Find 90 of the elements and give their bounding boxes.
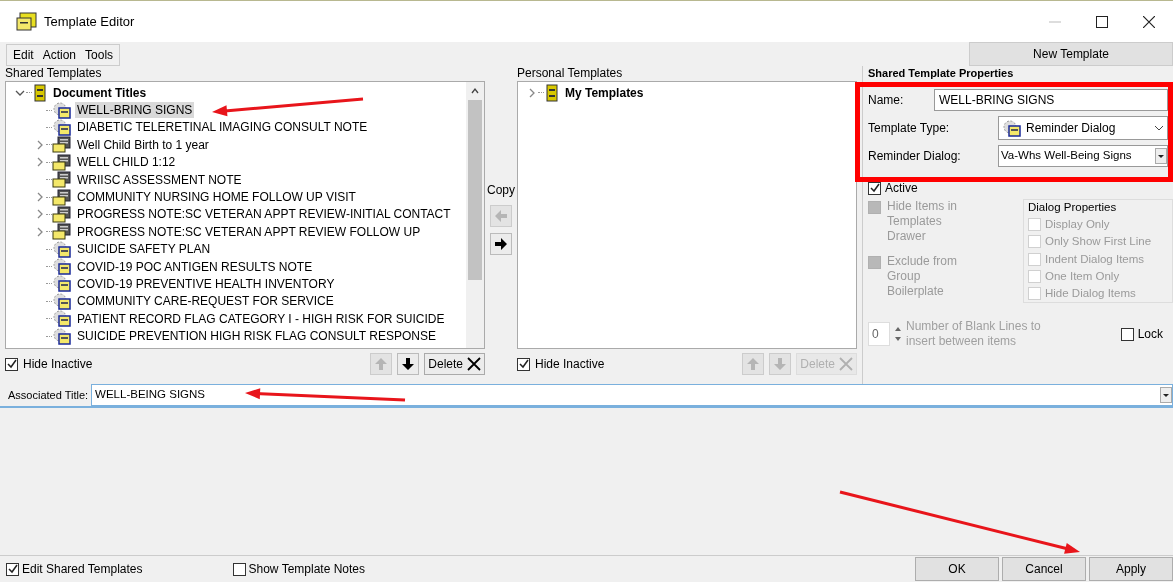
tree-item[interactable]: PROGRESS NOTE:SC VETERAN APPT REVIEW FOLLOW UP [75, 223, 423, 240]
checkbox-label: Lock [1137, 326, 1163, 343]
name-field[interactable]: WELL-BRING SIGNS [934, 89, 1168, 111]
checkbox-label: Hide Items in Templates Drawer [887, 199, 959, 244]
right-arrow-icon [494, 237, 508, 251]
panel-label: Personal Templates [517, 66, 624, 81]
checkbox[interactable] [5, 357, 18, 371]
down-arrow-icon [401, 357, 416, 371]
maximize-icon[interactable] [1096, 15, 1108, 28]
checkbox-label: Exclude from Group Boilerplate [887, 254, 959, 299]
template-folder-icon [52, 136, 72, 154]
dialog-template-icon [52, 275, 72, 293]
tree-item[interactable]: WELL-BRING SIGNS [75, 102, 195, 119]
new-template-button[interactable]: New Template [969, 42, 1173, 66]
tree-item[interactable]: COMMUNITY NURSING HOME FOLLOW UP VISIT [75, 189, 358, 206]
checkbox-label: Hide Dialog Items [1045, 286, 1136, 301]
dialog-template-icon [1002, 119, 1022, 137]
close-icon [467, 357, 481, 371]
scrollbar[interactable] [466, 82, 484, 348]
tree-item[interactable]: WELL CHILD 1:12 [75, 154, 178, 171]
checkbox-label: Hide Inactive [535, 356, 605, 373]
panel-label: Shared Templates [5, 66, 103, 81]
field-label: Template Type: [868, 120, 951, 137]
checkbox[interactable] [517, 357, 530, 371]
right-arrow-button[interactable] [490, 233, 512, 255]
tree-item[interactable]: COMMUNITY CARE-REQUEST FOR SERVICE [75, 293, 336, 310]
checkbox-label: Only Show First Line [1045, 234, 1152, 250]
dialog-template-icon [52, 101, 72, 119]
dialog-template-icon [52, 310, 72, 328]
dialog-button[interactable]: Apply [1089, 557, 1173, 581]
template-folder-icon [52, 188, 72, 206]
tree-item[interactable]: Well Child Birth to 1 year [75, 136, 211, 153]
dialog-template-icon [52, 292, 72, 310]
menu-item[interactable]: Action [42, 46, 77, 64]
left-arrow-icon [494, 209, 508, 223]
dialog-select-field[interactable]: Va-Whs Well-Being Signs [998, 145, 1168, 167]
associated-title-field[interactable]: WELL-BEING SIGNS [91, 384, 1173, 406]
close-icon [839, 357, 853, 371]
checkbox-label: Display Only [1045, 217, 1110, 232]
down-arrow-button[interactable] [397, 353, 420, 375]
tree-item[interactable]: Document Titles [51, 84, 149, 101]
tree-item[interactable]: COVID-19 POC ANTIGEN RESULTS NOTE [75, 258, 315, 275]
template-folder-icon [52, 171, 72, 189]
checkbox-label: Indent Dialog Items [1045, 251, 1145, 267]
down-arrow-icon [773, 357, 788, 371]
template-folder-icon [52, 153, 72, 171]
field-label: Reminder Dialog: [868, 148, 962, 165]
tree-item[interactable]: SUICIDE PREVENTION HIGH RISK FLAG CONSULT RESPONSE [75, 328, 438, 345]
dialog-template-icon [52, 327, 72, 345]
tree-item[interactable]: PROGRESS NOTE:SC VETERAN APPT REVIEW-INITIAL CONTACT [75, 206, 453, 223]
checkbox-label: Show Template Notes [248, 561, 366, 578]
dialog-button[interactable]: OK [915, 557, 999, 581]
menu-item[interactable]: Edit [13, 46, 34, 64]
copy-label: Copy [487, 182, 515, 199]
window-title: Template Editor [44, 12, 135, 31]
field-label: Name: [868, 92, 905, 109]
spinner-label: Number of Blank Lines to insert between items [906, 319, 1042, 349]
blank-lines-spinner[interactable]: 0 [868, 322, 890, 346]
up-arrow-button[interactable] [742, 353, 765, 375]
checkbox[interactable] [232, 562, 246, 576]
checkbox[interactable] [6, 562, 19, 576]
checkbox[interactable] [1120, 327, 1134, 341]
dialog-template-icon [52, 118, 72, 136]
dialog-button[interactable]: Cancel [1002, 557, 1086, 581]
tree-item[interactable]: COVID-19 PREVENTIVE HEALTH INVENTORY [75, 276, 337, 292]
template-folder-icon [52, 223, 72, 241]
checkbox-label: Active [885, 180, 918, 197]
template-folder-icon [52, 205, 72, 223]
dialog-template-icon [52, 258, 72, 276]
tree-item[interactable]: WRIISC ASSESSMENT NOTE [75, 171, 244, 188]
checkbox-label: One Item Only [1045, 268, 1120, 284]
group-title: Dialog Properties [1028, 200, 1118, 214]
field-label: Associated Title: [8, 387, 89, 403]
tree-item[interactable]: My Templates [563, 84, 646, 101]
delete-button[interactable]: Delete [424, 353, 485, 375]
tree-item[interactable]: DIABETIC TELERETINAL IMAGING CONSULT NOTE [75, 119, 370, 136]
panel-label: Shared Template Properties [868, 66, 1015, 81]
up-arrow-icon [746, 357, 761, 371]
tree-item[interactable]: PATIENT RECORD FLAG CATEGORY I - HIGH RISK FOR SUICIDE [75, 310, 447, 327]
app-icon [16, 11, 38, 32]
dialog-template-icon [52, 240, 72, 258]
template-type-dropdown[interactable]: Reminder Dialog [998, 116, 1168, 140]
tree-item[interactable]: SUICIDE SAFETY PLAN [75, 241, 213, 258]
checkbox-label: Hide Inactive [23, 356, 93, 373]
menu-item[interactable]: Tools [85, 46, 114, 64]
checkbox-label: Edit Shared Templates [22, 561, 143, 578]
close-icon[interactable] [1143, 15, 1155, 28]
template-drawer-icon [544, 83, 560, 102]
template-drawer-icon [32, 83, 48, 102]
up-arrow-icon [374, 357, 389, 371]
